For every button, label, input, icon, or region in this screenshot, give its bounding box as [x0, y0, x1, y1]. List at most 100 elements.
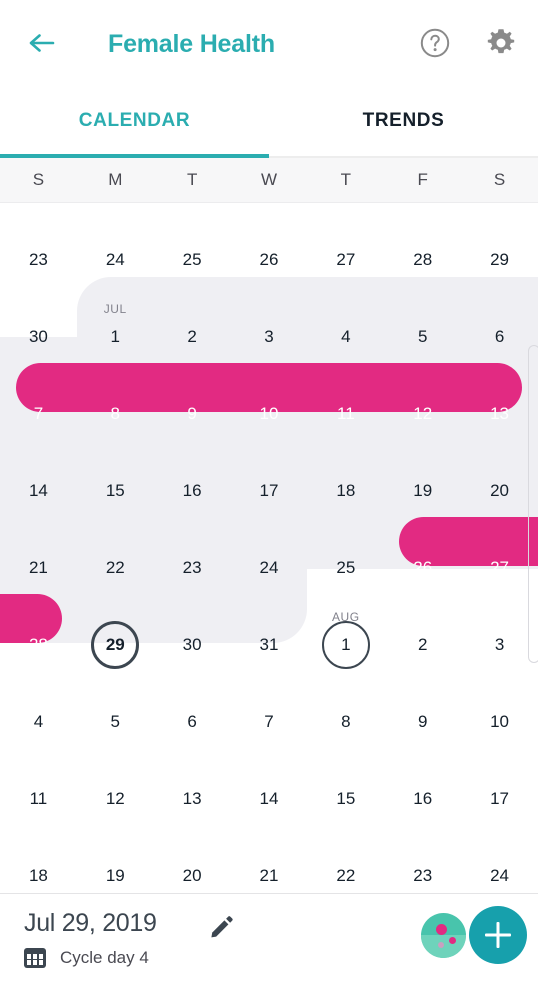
day-cell[interactable]: 19 — [384, 452, 461, 529]
vertical-scrollbar[interactable] — [528, 345, 538, 663]
day-cell[interactable]: 16 — [154, 452, 231, 529]
day-cell[interactable]: 3 — [461, 606, 538, 683]
day-cell[interactable]: 24 — [461, 837, 538, 893]
day-cell[interactable]: 15 — [307, 760, 384, 837]
day-cell[interactable]: 11 — [307, 375, 384, 452]
day-cell[interactable]: 29 — [461, 221, 538, 298]
day-cell[interactable]: 27 — [307, 221, 384, 298]
calendar-week-row: 11 12 13 14 15 16 17 — [0, 760, 538, 837]
day-cell[interactable]: 15 — [77, 452, 154, 529]
weekday-header: S M T W T F S — [0, 158, 538, 203]
calendar-grid[interactable]: 23 24 25 26 27 28 29 30 JUL 1 2 3 4 5 6 … — [0, 203, 538, 893]
day-cell-today[interactable]: AUG 1 — [307, 606, 384, 683]
calendar-week-row: 21 22 23 24 25 26 27 — [0, 529, 538, 606]
day-cell[interactable]: 26 — [231, 221, 308, 298]
day-cell[interactable]: 30 — [154, 606, 231, 683]
day-cell[interactable]: 14 — [0, 452, 77, 529]
day-cell[interactable]: 26 — [384, 529, 461, 606]
day-cell[interactable]: 6 — [154, 683, 231, 760]
day-cell[interactable]: 27 — [461, 529, 538, 606]
help-circle-icon — [420, 28, 450, 58]
weekday-label-2: T — [186, 170, 198, 189]
symptom-dot-medium — [449, 937, 456, 944]
day-cell[interactable]: 7 — [231, 683, 308, 760]
weekday-label-0: S — [32, 170, 45, 189]
day-cell[interactable]: 7 — [0, 375, 77, 452]
day-cell[interactable]: 13 — [461, 375, 538, 452]
day-cell[interactable]: 12 — [384, 375, 461, 452]
settings-button[interactable] — [482, 24, 520, 62]
day-cell[interactable]: 9 — [384, 683, 461, 760]
day-cell[interactable]: 17 — [231, 452, 308, 529]
calendar-week-row: 18 19 20 21 22 23 24 — [0, 837, 538, 893]
day-cell[interactable]: 12 — [77, 760, 154, 837]
day-cell[interactable]: 28 — [384, 221, 461, 298]
day-cell[interactable]: 10 — [461, 683, 538, 760]
day-cell[interactable]: 2 — [154, 298, 231, 375]
day-cell[interactable]: JUL 1 — [77, 298, 154, 375]
day-cell[interactable]: 14 — [231, 760, 308, 837]
symptom-dot-small — [438, 942, 444, 948]
day-cell[interactable]: 3 — [231, 298, 308, 375]
day-cell[interactable]: 16 — [384, 760, 461, 837]
symptoms-button[interactable] — [421, 913, 466, 958]
tab-trends[interactable]: TRENDS — [269, 86, 538, 156]
tab-calendar[interactable]: CALENDAR — [0, 86, 269, 156]
selected-date-label: Jul 29, 2019 — [24, 909, 157, 937]
day-cell[interactable]: 11 — [0, 760, 77, 837]
calendar-week-row: 30 JUL 1 2 3 4 5 6 — [0, 298, 538, 375]
day-cell[interactable]: 25 — [307, 529, 384, 606]
day-cell[interactable]: 18 — [0, 837, 77, 893]
day-cell[interactable]: 25 — [154, 221, 231, 298]
day-cell[interactable]: 30 — [0, 298, 77, 375]
day-cell[interactable]: 23 — [384, 837, 461, 893]
day-cell[interactable]: 28 — [0, 606, 77, 683]
calendar-week-row: 14 15 16 17 18 19 20 — [0, 452, 538, 529]
calendar-week-row: 4 5 6 7 8 9 10 — [0, 683, 538, 760]
day-cell[interactable]: 18 — [307, 452, 384, 529]
day-cell[interactable]: 20 — [154, 837, 231, 893]
back-button[interactable] — [22, 26, 62, 60]
day-cell[interactable]: 21 — [0, 529, 77, 606]
weekday-label-6: S — [493, 170, 506, 189]
day-cell[interactable]: 23 — [154, 529, 231, 606]
day-cell[interactable]: 24 — [77, 221, 154, 298]
calendar-week-row: 28 29 30 31 AUG 1 2 3 — [0, 606, 538, 683]
day-cell[interactable]: 13 — [154, 760, 231, 837]
day-cell[interactable]: 17 — [461, 760, 538, 837]
day-cell[interactable]: 5 — [77, 683, 154, 760]
day-cell[interactable]: 10 — [231, 375, 308, 452]
month-label-aug: AUG — [331, 610, 360, 624]
day-cell[interactable]: 4 — [307, 298, 384, 375]
arrow-left-icon — [29, 34, 55, 52]
weekday-label-1: M — [108, 170, 123, 189]
page-title: Female Health — [108, 30, 275, 58]
day-cell[interactable]: 21 — [231, 837, 308, 893]
tab-bar: CALENDAR TRENDS — [0, 86, 538, 158]
day-cell[interactable]: 20 — [461, 452, 538, 529]
day-cell[interactable]: 5 — [384, 298, 461, 375]
edit-date-button[interactable] — [209, 914, 235, 945]
weekday-label-4: T — [340, 170, 352, 189]
day-cell[interactable]: 23 — [0, 221, 77, 298]
day-cell[interactable]: 4 — [0, 683, 77, 760]
day-cell[interactable]: 6 — [461, 298, 538, 375]
add-entry-button[interactable] — [469, 906, 527, 964]
day-cell-selected[interactable]: 29 — [77, 606, 154, 683]
app-bar-actions — [416, 24, 520, 62]
help-button[interactable] — [416, 24, 454, 62]
day-cell[interactable]: 22 — [77, 529, 154, 606]
day-cell[interactable]: 2 — [384, 606, 461, 683]
day-cell[interactable]: 19 — [77, 837, 154, 893]
day-cell[interactable]: 31 — [231, 606, 308, 683]
day-cell[interactable]: 8 — [77, 375, 154, 452]
day-cell[interactable]: 8 — [307, 683, 384, 760]
day-cell[interactable]: 24 — [231, 529, 308, 606]
day-cell[interactable]: 9 — [154, 375, 231, 452]
female-health-screen: Female Health CALENDAR TRENDS S M T W T … — [0, 0, 538, 999]
calendar-week-row: 23 24 25 26 27 28 29 — [0, 221, 538, 298]
calendar-week-row: 7 8 9 10 11 12 13 — [0, 375, 538, 452]
day-cell[interactable]: 22 — [307, 837, 384, 893]
pencil-icon — [211, 916, 233, 938]
gear-icon — [487, 29, 515, 54]
